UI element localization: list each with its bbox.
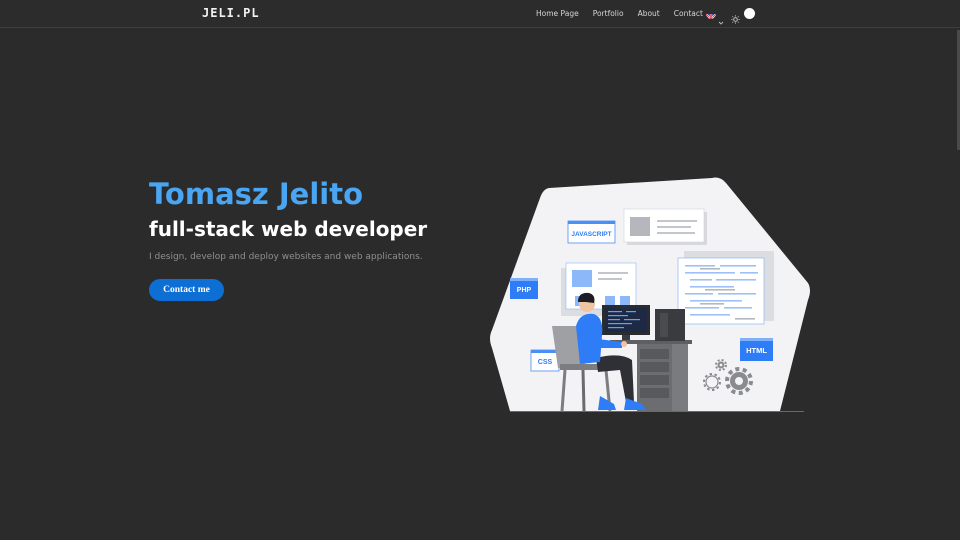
sun-icon [731, 9, 740, 24]
nav-contact[interactable]: Contact [674, 9, 703, 18]
chevron-down-icon [718, 11, 724, 25]
php-window: PHP [510, 278, 538, 299]
site-logo[interactable]: JELI.PL [202, 6, 260, 20]
main-nav: Home Page Portfolio About Contact [536, 9, 717, 18]
top-navbar: JELI.PL Home Page Portfolio About Contac… [0, 0, 960, 28]
monitor [602, 305, 650, 340]
css-window: CSS [530, 349, 560, 372]
hero-description: I design, develop and deploy websites an… [149, 252, 423, 262]
theme-toggle[interactable] [731, 8, 755, 24]
contact-me-button[interactable]: Contact me [149, 279, 224, 301]
css-label: CSS [538, 359, 553, 366]
pc-tower [655, 309, 685, 341]
javascript-label: JAVASCRIPT [571, 231, 611, 238]
uk-flag-icon [706, 9, 716, 19]
nav-portfolio[interactable]: Portfolio [593, 9, 624, 18]
hero-name: Tomasz Jelito [149, 177, 364, 211]
theme-toggle-knob[interactable] [744, 8, 755, 19]
nav-about[interactable]: About [638, 9, 660, 18]
javascript-window: JAVASCRIPT [567, 220, 616, 244]
language-selector[interactable] [706, 9, 724, 25]
code-window [677, 251, 774, 325]
developer-illustration: JAVASCRIPT PHP CSS HTML [490, 177, 810, 412]
html-window: HTML [740, 338, 773, 361]
hero-role: full-stack web developer [149, 217, 428, 241]
php-label: PHP [517, 287, 532, 294]
image-window [623, 208, 707, 245]
html-label: HTML [746, 346, 767, 355]
nav-home-page[interactable]: Home Page [536, 9, 579, 18]
